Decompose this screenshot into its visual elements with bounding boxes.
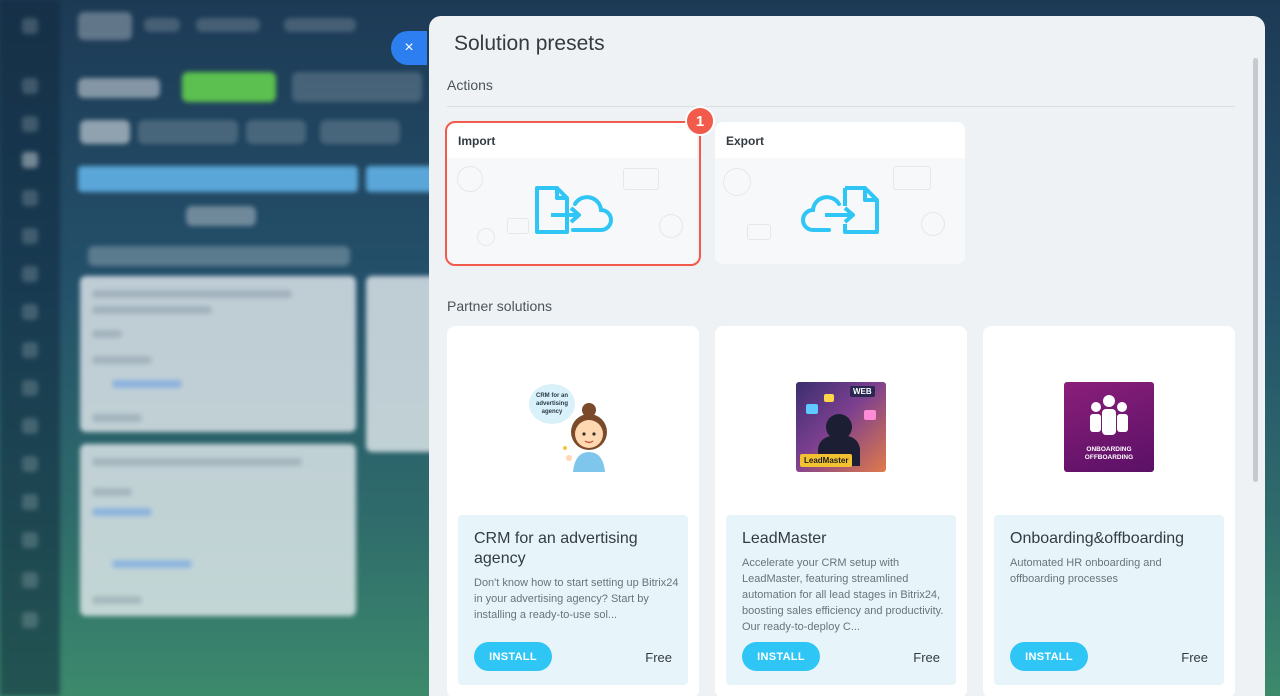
onboarding-logo-text-2: OFFBOARDING <box>1084 454 1134 461</box>
partner-card-crm-advertising[interactable]: CRM for an advertising agency CRM for an… <box>447 326 699 696</box>
left-rail <box>0 0 60 696</box>
close-icon: × <box>404 39 414 56</box>
partner-description: Don't know how to start setting up Bitri… <box>474 577 679 621</box>
install-button[interactable]: INSTALL <box>742 642 820 671</box>
export-cloud-icon <box>801 186 879 234</box>
price-label: Free <box>913 650 940 665</box>
card-illustration <box>715 158 965 264</box>
partner-info: Onboarding&offboarding Automated HR onbo… <box>994 515 1224 685</box>
install-button[interactable]: INSTALL <box>474 642 552 671</box>
partner-card-onboarding[interactable]: ONBOARDING OFFBOARDING Onboarding&offboa… <box>983 326 1235 696</box>
onboarding-logo-text-1: ONBOARDING <box>1086 446 1132 453</box>
partner-info: LeadMaster Accelerate your CRM setup wit… <box>726 515 956 685</box>
divider <box>447 106 1235 107</box>
partner-title: LeadMaster <box>742 530 827 547</box>
step-badge: 1 <box>685 106 715 136</box>
close-slider-button[interactable]: × <box>391 31 427 65</box>
people-group-icon <box>1090 395 1128 435</box>
onboarding-logo: ONBOARDING OFFBOARDING <box>1064 382 1154 472</box>
partner-description: Accelerate your CRM setup with LeadMaste… <box>742 557 944 633</box>
solution-presets-panel: Solution presets Actions Import Export 1… <box>429 16 1265 696</box>
advertising-agency-logo: CRM for an advertising agency <box>527 382 619 474</box>
leadmaster-logo: WEB LeadMaster <box>796 382 886 472</box>
partner-description: Automated HR onboarding and offboarding … <box>1010 557 1162 585</box>
partner-info: CRM for an advertising agency Don't know… <box>458 515 688 685</box>
export-label: Export <box>726 134 765 148</box>
actions-section-title: Actions <box>447 77 493 93</box>
girl-illustration-icon <box>563 403 607 472</box>
price-label: Free <box>1181 650 1208 665</box>
leadmaster-logo-text: LeadMaster <box>800 454 853 467</box>
import-highlight <box>445 121 701 266</box>
partner-card-leadmaster[interactable]: WEB LeadMaster LeadMaster Accelerate you… <box>715 326 967 696</box>
price-label: Free <box>645 650 672 665</box>
page-title: Solution presets <box>454 32 605 55</box>
install-button[interactable]: INSTALL <box>1010 642 1088 671</box>
partner-title: CRM for an advertising agency <box>474 530 638 567</box>
partner-title: Onboarding&offboarding <box>1010 530 1185 547</box>
export-card[interactable]: Export <box>715 122 965 264</box>
scrollbar[interactable] <box>1253 58 1258 482</box>
partner-section-title: Partner solutions <box>447 298 553 314</box>
web-sign: WEB <box>850 386 875 397</box>
